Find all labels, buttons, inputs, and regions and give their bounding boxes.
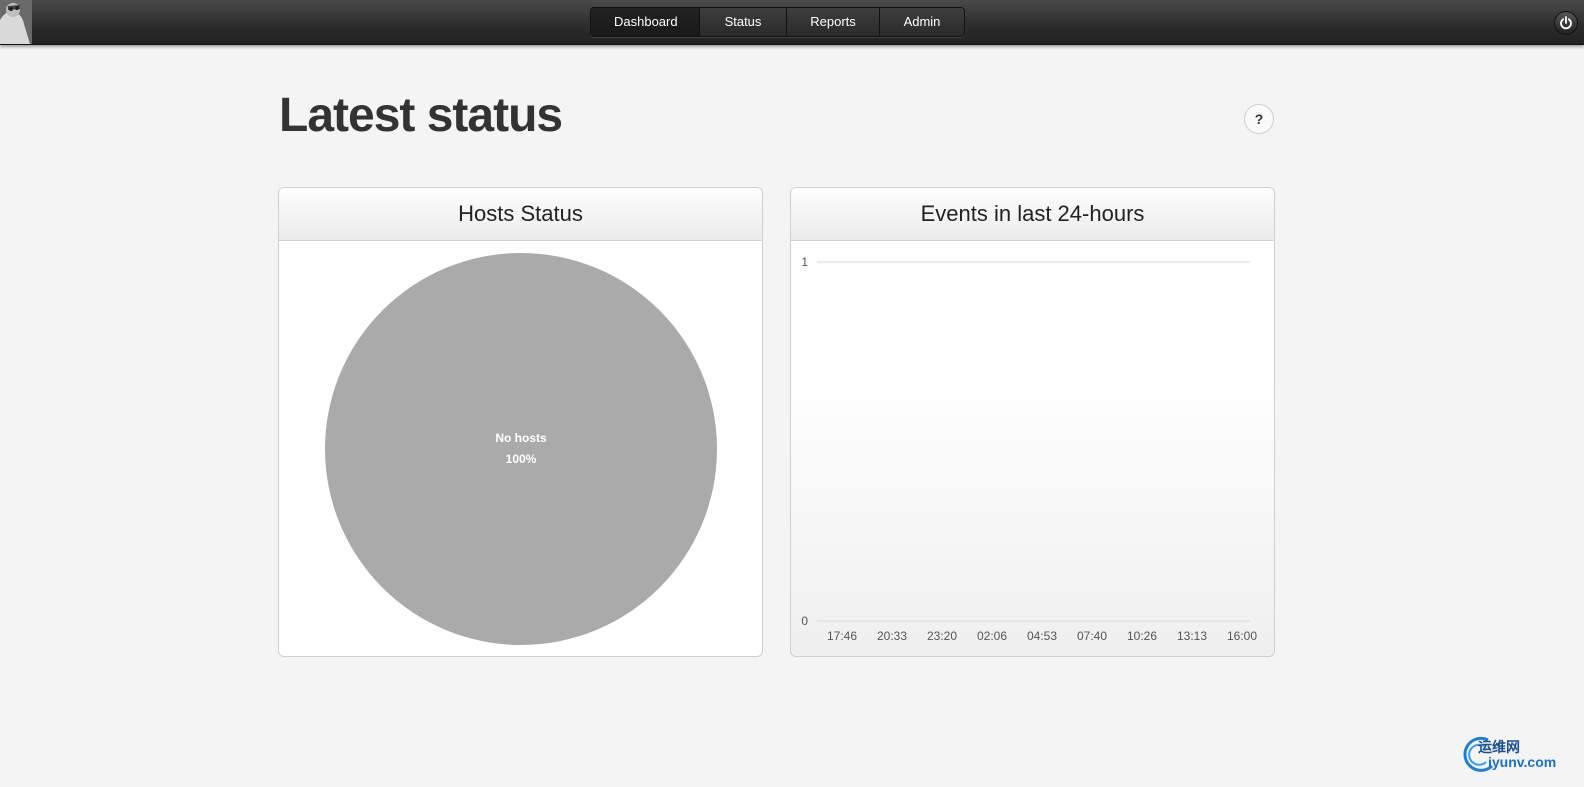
x-tick-label: 16:00: [1227, 629, 1257, 643]
pie-slice-percent: 100%: [506, 452, 537, 466]
help-button[interactable]: ?: [1244, 104, 1274, 134]
x-tick-label: 17:46: [827, 629, 857, 643]
nav-dashboard[interactable]: Dashboard: [591, 8, 700, 36]
main-nav: Dashboard Status Reports Admin: [590, 7, 965, 37]
x-tick-label: 10:26: [1127, 629, 1157, 643]
events-line-chart: 0 1 17:46 20:33 23:20 02:06 04:53 07:40 10:26 13:…: [801, 255, 1257, 643]
events-panel: Events in last 24-hours 0 1 17:46 20:33 23:2…: [790, 187, 1275, 657]
x-tick-label: 23:20: [927, 629, 957, 643]
nav-status[interactable]: Status: [700, 8, 787, 36]
page-title: Latest status: [279, 89, 563, 142]
pie-slice[interactable]: [325, 253, 717, 645]
y-tick-label: 1: [801, 255, 808, 269]
help-icon: ?: [1254, 111, 1264, 127]
power-icon: [1560, 16, 1572, 30]
top-bar: Dashboard Status Reports Admin: [0, 0, 1584, 45]
x-tick-label: 02:06: [977, 629, 1007, 643]
pie-slice-label: No hosts: [495, 431, 547, 445]
y-tick-label: 0: [801, 614, 808, 628]
x-tick-label: 13:13: [1177, 629, 1207, 643]
power-button[interactable]: [1554, 11, 1578, 35]
avatar[interactable]: [0, 0, 32, 44]
x-tick-label: 04:53: [1027, 629, 1057, 643]
hosts-status-panel: Hosts Status No hosts 100%: [278, 187, 763, 657]
nav-reports[interactable]: Reports: [787, 8, 880, 36]
watermark-en: iyunv.com: [1488, 754, 1557, 770]
nav-admin[interactable]: Admin: [880, 8, 964, 36]
x-tick-label: 07:40: [1077, 629, 1107, 643]
x-tick-label: 20:33: [877, 629, 907, 643]
hosts-pie-chart: No hosts 100%: [325, 253, 717, 645]
